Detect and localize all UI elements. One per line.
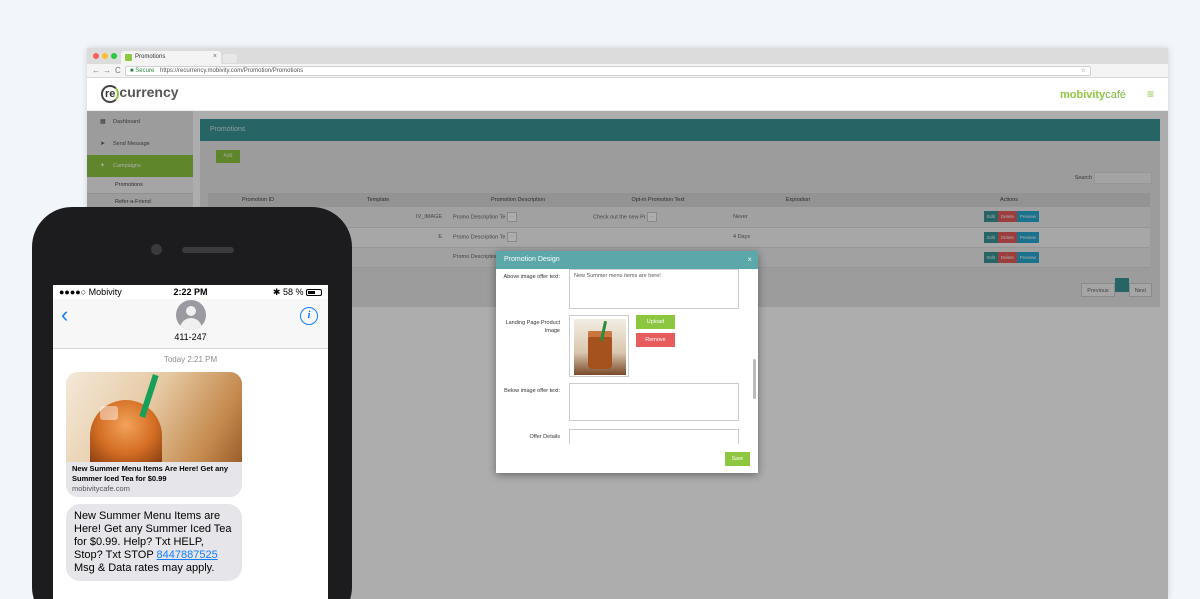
landing-image-label: Landing Page Product Image bbox=[505, 320, 560, 334]
message-bubble: New Summer Menu Items are Here! Get any … bbox=[66, 504, 242, 581]
modal-title: Promotion Design bbox=[504, 256, 560, 263]
url-input[interactable]: ■ Secure https://recurrency.mobivity.com… bbox=[125, 66, 1091, 76]
offer-details-label: Offer Details bbox=[529, 434, 560, 440]
battery-icon bbox=[306, 289, 322, 297]
promotion-design-modal: Promotion Design × Above image offer tex… bbox=[496, 251, 758, 473]
forward-arrow-icon[interactable]: → bbox=[103, 66, 111, 75]
logo-currency: currency bbox=[119, 84, 179, 100]
maximize-window-dot[interactable] bbox=[111, 53, 117, 59]
address-bar: ← → C ■ Secure https://recurrency.mobivi… bbox=[87, 64, 1168, 78]
battery-percent: 58 % bbox=[282, 287, 304, 297]
below-image-textarea[interactable] bbox=[569, 383, 739, 421]
modal-scrollbar[interactable] bbox=[753, 359, 756, 399]
contact-avatar[interactable] bbox=[176, 300, 206, 330]
tab-close-icon[interactable]: × bbox=[213, 53, 217, 60]
card-title: New Summer Menu Items Are Here! Get any … bbox=[72, 464, 229, 483]
favicon-icon bbox=[125, 54, 132, 61]
close-icon[interactable]: × bbox=[747, 251, 752, 269]
brand-name: mobivity bbox=[1059, 89, 1106, 101]
below-image-label: Below image offer text: bbox=[504, 388, 560, 394]
tab-title: Promotions bbox=[135, 54, 166, 60]
status-bar: ●●●●○ Mobivity 2:22 PM ✱ 58 % bbox=[53, 285, 328, 299]
back-arrow-icon[interactable]: ← bbox=[92, 66, 100, 75]
remove-button[interactable]: Remove bbox=[636, 333, 675, 347]
phone-device: ●●●●○ Mobivity 2:22 PM ✱ 58 % ‹ 411-247 … bbox=[32, 207, 352, 599]
link-preview-card[interactable]: New Summer Menu Items Are Here! Get any … bbox=[66, 372, 242, 497]
product-image-thumbnail bbox=[569, 315, 629, 377]
tab-bar: Promotions × bbox=[87, 48, 1168, 64]
bookmark-star-icon[interactable]: ☆ bbox=[1081, 67, 1086, 75]
ice-cube-shape bbox=[100, 406, 118, 420]
recurrency-logo[interactable]: re currency bbox=[101, 84, 179, 103]
info-icon[interactable]: i bbox=[300, 307, 318, 325]
url-text: https://recurrency.mobivity.com/Promotio… bbox=[159, 68, 304, 74]
reload-icon[interactable]: C bbox=[115, 66, 121, 75]
speaker-grille bbox=[182, 247, 234, 253]
status-right: ✱ 58 % bbox=[273, 287, 322, 298]
new-tab-button[interactable] bbox=[223, 54, 237, 63]
above-image-label: Above image offer text: bbox=[503, 274, 560, 280]
avatar-head-shape bbox=[186, 306, 196, 316]
save-button[interactable]: Save bbox=[725, 452, 750, 466]
close-window-dot[interactable] bbox=[93, 53, 99, 59]
contact-name[interactable]: 411-247 bbox=[53, 332, 328, 342]
offer-details-input[interactable] bbox=[569, 429, 739, 444]
modal-header: Promotion Design × bbox=[496, 251, 758, 269]
modal-body: Above image offer text: New Summer menu … bbox=[496, 269, 758, 444]
back-chevron-icon[interactable]: ‹ bbox=[61, 304, 68, 326]
iced-tea-image bbox=[574, 319, 626, 375]
brand-cafe: café bbox=[1105, 89, 1126, 101]
above-image-textarea[interactable]: New Summer menu items are here! bbox=[569, 269, 739, 309]
message-timestamp: Today 2:21 PM bbox=[163, 355, 218, 364]
phone-screen: ●●●●○ Mobivity 2:22 PM ✱ 58 % ‹ 411-247 … bbox=[53, 285, 328, 599]
card-url: mobivitycafe.com bbox=[72, 484, 130, 493]
hamburger-menu-icon[interactable]: ≡ bbox=[1147, 87, 1154, 101]
logo-re: re bbox=[101, 85, 120, 103]
camera-icon bbox=[151, 244, 162, 255]
conversation-header: ‹ 411-247 i bbox=[53, 299, 328, 349]
tab-promotions[interactable]: Promotions × bbox=[121, 51, 221, 64]
app-header: re currency mobivitycafé ≡ bbox=[87, 78, 1168, 111]
minimize-window-dot[interactable] bbox=[102, 53, 108, 59]
phone-number-link[interactable]: 8447887525 bbox=[157, 549, 218, 561]
iced-tea-photo bbox=[66, 372, 242, 462]
avatar-body-shape bbox=[180, 318, 202, 330]
bluetooth-icon: ✱ bbox=[272, 287, 281, 297]
message-text-part-2: Msg & Data rates may apply. bbox=[74, 562, 215, 574]
upload-button[interactable]: Upload bbox=[636, 315, 675, 329]
secure-label: Secure bbox=[135, 68, 155, 74]
mobivity-cafe-logo: mobivitycafé bbox=[1060, 89, 1126, 101]
